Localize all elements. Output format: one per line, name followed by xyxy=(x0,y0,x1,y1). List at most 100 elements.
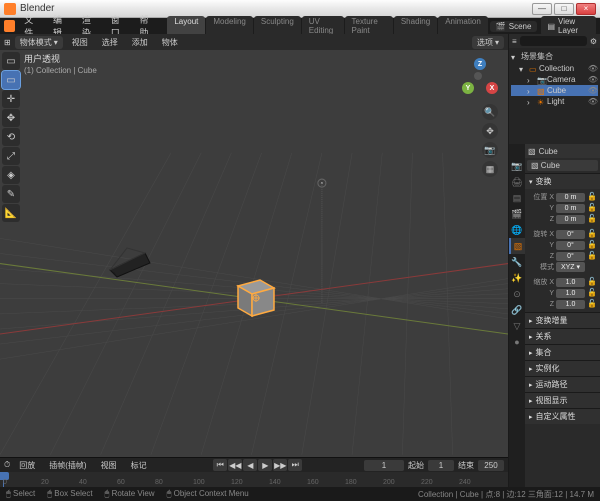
tool-move[interactable]: ✥ xyxy=(2,109,20,127)
outliner-item-camera[interactable]: ›📷Camera👁 xyxy=(511,74,598,85)
workspace-tab-texture-paint[interactable]: Texture Paint xyxy=(345,16,393,36)
timeline-playback-menu[interactable]: 回放 xyxy=(14,459,40,472)
next-keyframe-button[interactable]: ▶▶ xyxy=(273,459,287,471)
tool-tweak[interactable]: ▭ xyxy=(2,52,20,70)
lock-icon[interactable]: 🔓 xyxy=(587,277,597,287)
camera-view-button[interactable]: 📷 xyxy=(482,142,498,158)
lock-icon[interactable]: 🔓 xyxy=(587,229,597,239)
panel-header[interactable]: ▸集合 xyxy=(525,345,600,360)
camera-object[interactable] xyxy=(105,245,155,282)
timeline-editor-icon[interactable]: ⏱ xyxy=(4,460,10,470)
3d-viewport[interactable]: 用户透视 (1) Collection | Cube ▭▭✛✥⟲⤢◈✎📐 X Y… xyxy=(0,50,508,457)
perspective-toggle-button[interactable]: ▦ xyxy=(482,161,498,177)
rotation-mode-select[interactable]: XYZ ▾ xyxy=(556,262,585,272)
tab-particles[interactable]: ✨ xyxy=(509,270,525,286)
viewlayer-selector[interactable]: ▤View Layer xyxy=(541,16,596,36)
panel-header[interactable]: ▸变换增量 xyxy=(525,313,600,328)
location-y-field[interactable]: 0 m xyxy=(556,204,585,213)
scale-z-field[interactable]: 1.0 xyxy=(556,300,585,309)
breadcrumb[interactable]: Cube xyxy=(539,147,558,156)
zoom-button[interactable]: 🔍 xyxy=(482,104,498,120)
mode-selector[interactable]: 物体模式 ▾ xyxy=(15,36,63,49)
tab-render[interactable]: 📷 xyxy=(509,158,525,174)
tool-rotate[interactable]: ⟲ xyxy=(2,128,20,146)
tool-annotate[interactable]: ✎ xyxy=(2,185,20,203)
rotation-y-field[interactable]: 0° xyxy=(556,241,585,250)
gizmo-y[interactable]: Y xyxy=(462,82,474,94)
panel-header[interactable]: ▸运动路径 xyxy=(525,377,600,392)
rotation-x-field[interactable]: 0° xyxy=(556,230,585,239)
lock-icon[interactable]: 🔓 xyxy=(587,240,597,250)
window-maximize-button[interactable]: □ xyxy=(554,3,574,15)
tool-cursor[interactable]: ✛ xyxy=(2,90,20,108)
scale-x-field[interactable]: 1.0 xyxy=(556,278,585,287)
timeline-keying-menu[interactable]: 插帧(插帧) xyxy=(44,459,91,472)
visibility-toggle[interactable]: 👁 xyxy=(588,97,598,106)
tool-select-box[interactable]: ▭ xyxy=(2,71,20,89)
tab-data[interactable]: ▽ xyxy=(509,318,525,334)
scale-y-field[interactable]: 1.0 xyxy=(556,289,585,298)
timeline-view-menu[interactable]: 视图 xyxy=(96,459,122,472)
prev-keyframe-button[interactable]: ◀◀ xyxy=(228,459,242,471)
tab-scene[interactable]: 🎬 xyxy=(509,206,525,222)
play-reverse-button[interactable]: ◀ xyxy=(243,459,257,471)
lock-icon[interactable]: 🔓 xyxy=(587,203,597,213)
visibility-toggle[interactable]: 👁 xyxy=(588,86,598,95)
workspace-tab-uv-editing[interactable]: UV Editing xyxy=(302,16,344,36)
tab-viewlayer[interactable]: ▤ xyxy=(509,190,525,206)
options-dropdown[interactable]: 选项 ▾ xyxy=(472,36,504,49)
workspace-tab-shading[interactable]: Shading xyxy=(394,16,437,36)
menu-object[interactable]: 物体 xyxy=(157,36,183,49)
lock-icon[interactable]: 🔓 xyxy=(587,192,597,202)
lock-icon[interactable]: 🔓 xyxy=(587,251,597,261)
gizmo-x[interactable]: X xyxy=(486,82,498,94)
filter-icon[interactable]: ⚙ xyxy=(590,37,597,46)
tab-output[interactable]: 🖨 xyxy=(509,174,525,190)
panel-header[interactable]: ▸自定义属性 xyxy=(525,409,600,424)
timeline-track[interactable]: 020406080100120140160180200220240 xyxy=(0,472,508,487)
window-minimize-button[interactable]: — xyxy=(532,3,552,15)
tab-world[interactable]: 🌐 xyxy=(509,222,525,238)
play-button[interactable]: ▶ xyxy=(258,459,272,471)
scene-selector[interactable]: 🎬Scene xyxy=(490,21,538,32)
current-frame-field[interactable]: 1 xyxy=(364,460,404,471)
outliner-item-light[interactable]: ›☀Light👁 xyxy=(511,96,598,107)
tool-transform[interactable]: ◈ xyxy=(2,166,20,184)
jump-end-button[interactable]: ⏭ xyxy=(288,459,302,471)
outliner-search-input[interactable] xyxy=(520,36,587,46)
pan-button[interactable]: ✥ xyxy=(482,123,498,139)
lock-icon[interactable]: 🔓 xyxy=(587,288,597,298)
tab-object[interactable]: ▧ xyxy=(509,238,525,254)
cube-object[interactable] xyxy=(230,270,282,324)
workspace-tab-modeling[interactable]: Modeling xyxy=(206,16,252,36)
tab-physics[interactable]: ⊙ xyxy=(509,286,525,302)
lock-icon[interactable]: 🔓 xyxy=(587,299,597,309)
panel-header[interactable]: ▸实例化 xyxy=(525,361,600,376)
tab-constraints[interactable]: 🔗 xyxy=(509,302,525,318)
panel-header[interactable]: ▸关系 xyxy=(525,329,600,344)
outliner-item-cube[interactable]: ›▧Cube👁 xyxy=(511,85,598,96)
tab-modifiers[interactable]: 🔧 xyxy=(509,254,525,270)
start-frame-field[interactable]: 1 xyxy=(428,460,454,471)
lock-icon[interactable]: 🔓 xyxy=(587,214,597,224)
navigation-gizmo[interactable]: X Y Z xyxy=(460,58,500,98)
editor-type-icon[interactable]: ⊞ xyxy=(4,38,11,47)
jump-start-button[interactable]: ⏮ xyxy=(213,459,227,471)
panel-header[interactable]: ▸视图显示 xyxy=(525,393,600,408)
blender-logo-icon[interactable] xyxy=(4,20,15,32)
workspace-tab-layout[interactable]: Layout xyxy=(167,16,205,36)
end-frame-field[interactable]: 250 xyxy=(478,460,504,471)
menu-select[interactable]: 选择 xyxy=(97,36,123,49)
gizmo-center[interactable] xyxy=(474,72,482,80)
visibility-toggle[interactable]: 👁 xyxy=(588,64,598,73)
outliner-editor-icon[interactable]: ≡ xyxy=(512,37,517,46)
visibility-toggle[interactable]: 👁 xyxy=(588,75,598,84)
transform-panel-header[interactable]: ▾变换 xyxy=(525,174,600,189)
location-z-field[interactable]: 0 m xyxy=(556,215,585,224)
workspace-tab-animation[interactable]: Animation xyxy=(438,16,488,36)
gizmo-z[interactable]: Z xyxy=(474,58,486,70)
object-name-field[interactable]: ▧ Cube xyxy=(527,160,598,171)
outliner-scene-collection[interactable]: ▾ 场景集合 xyxy=(511,50,598,63)
timeline-marker-menu[interactable]: 标记 xyxy=(126,459,152,472)
menu-view[interactable]: 视图 xyxy=(67,36,93,49)
